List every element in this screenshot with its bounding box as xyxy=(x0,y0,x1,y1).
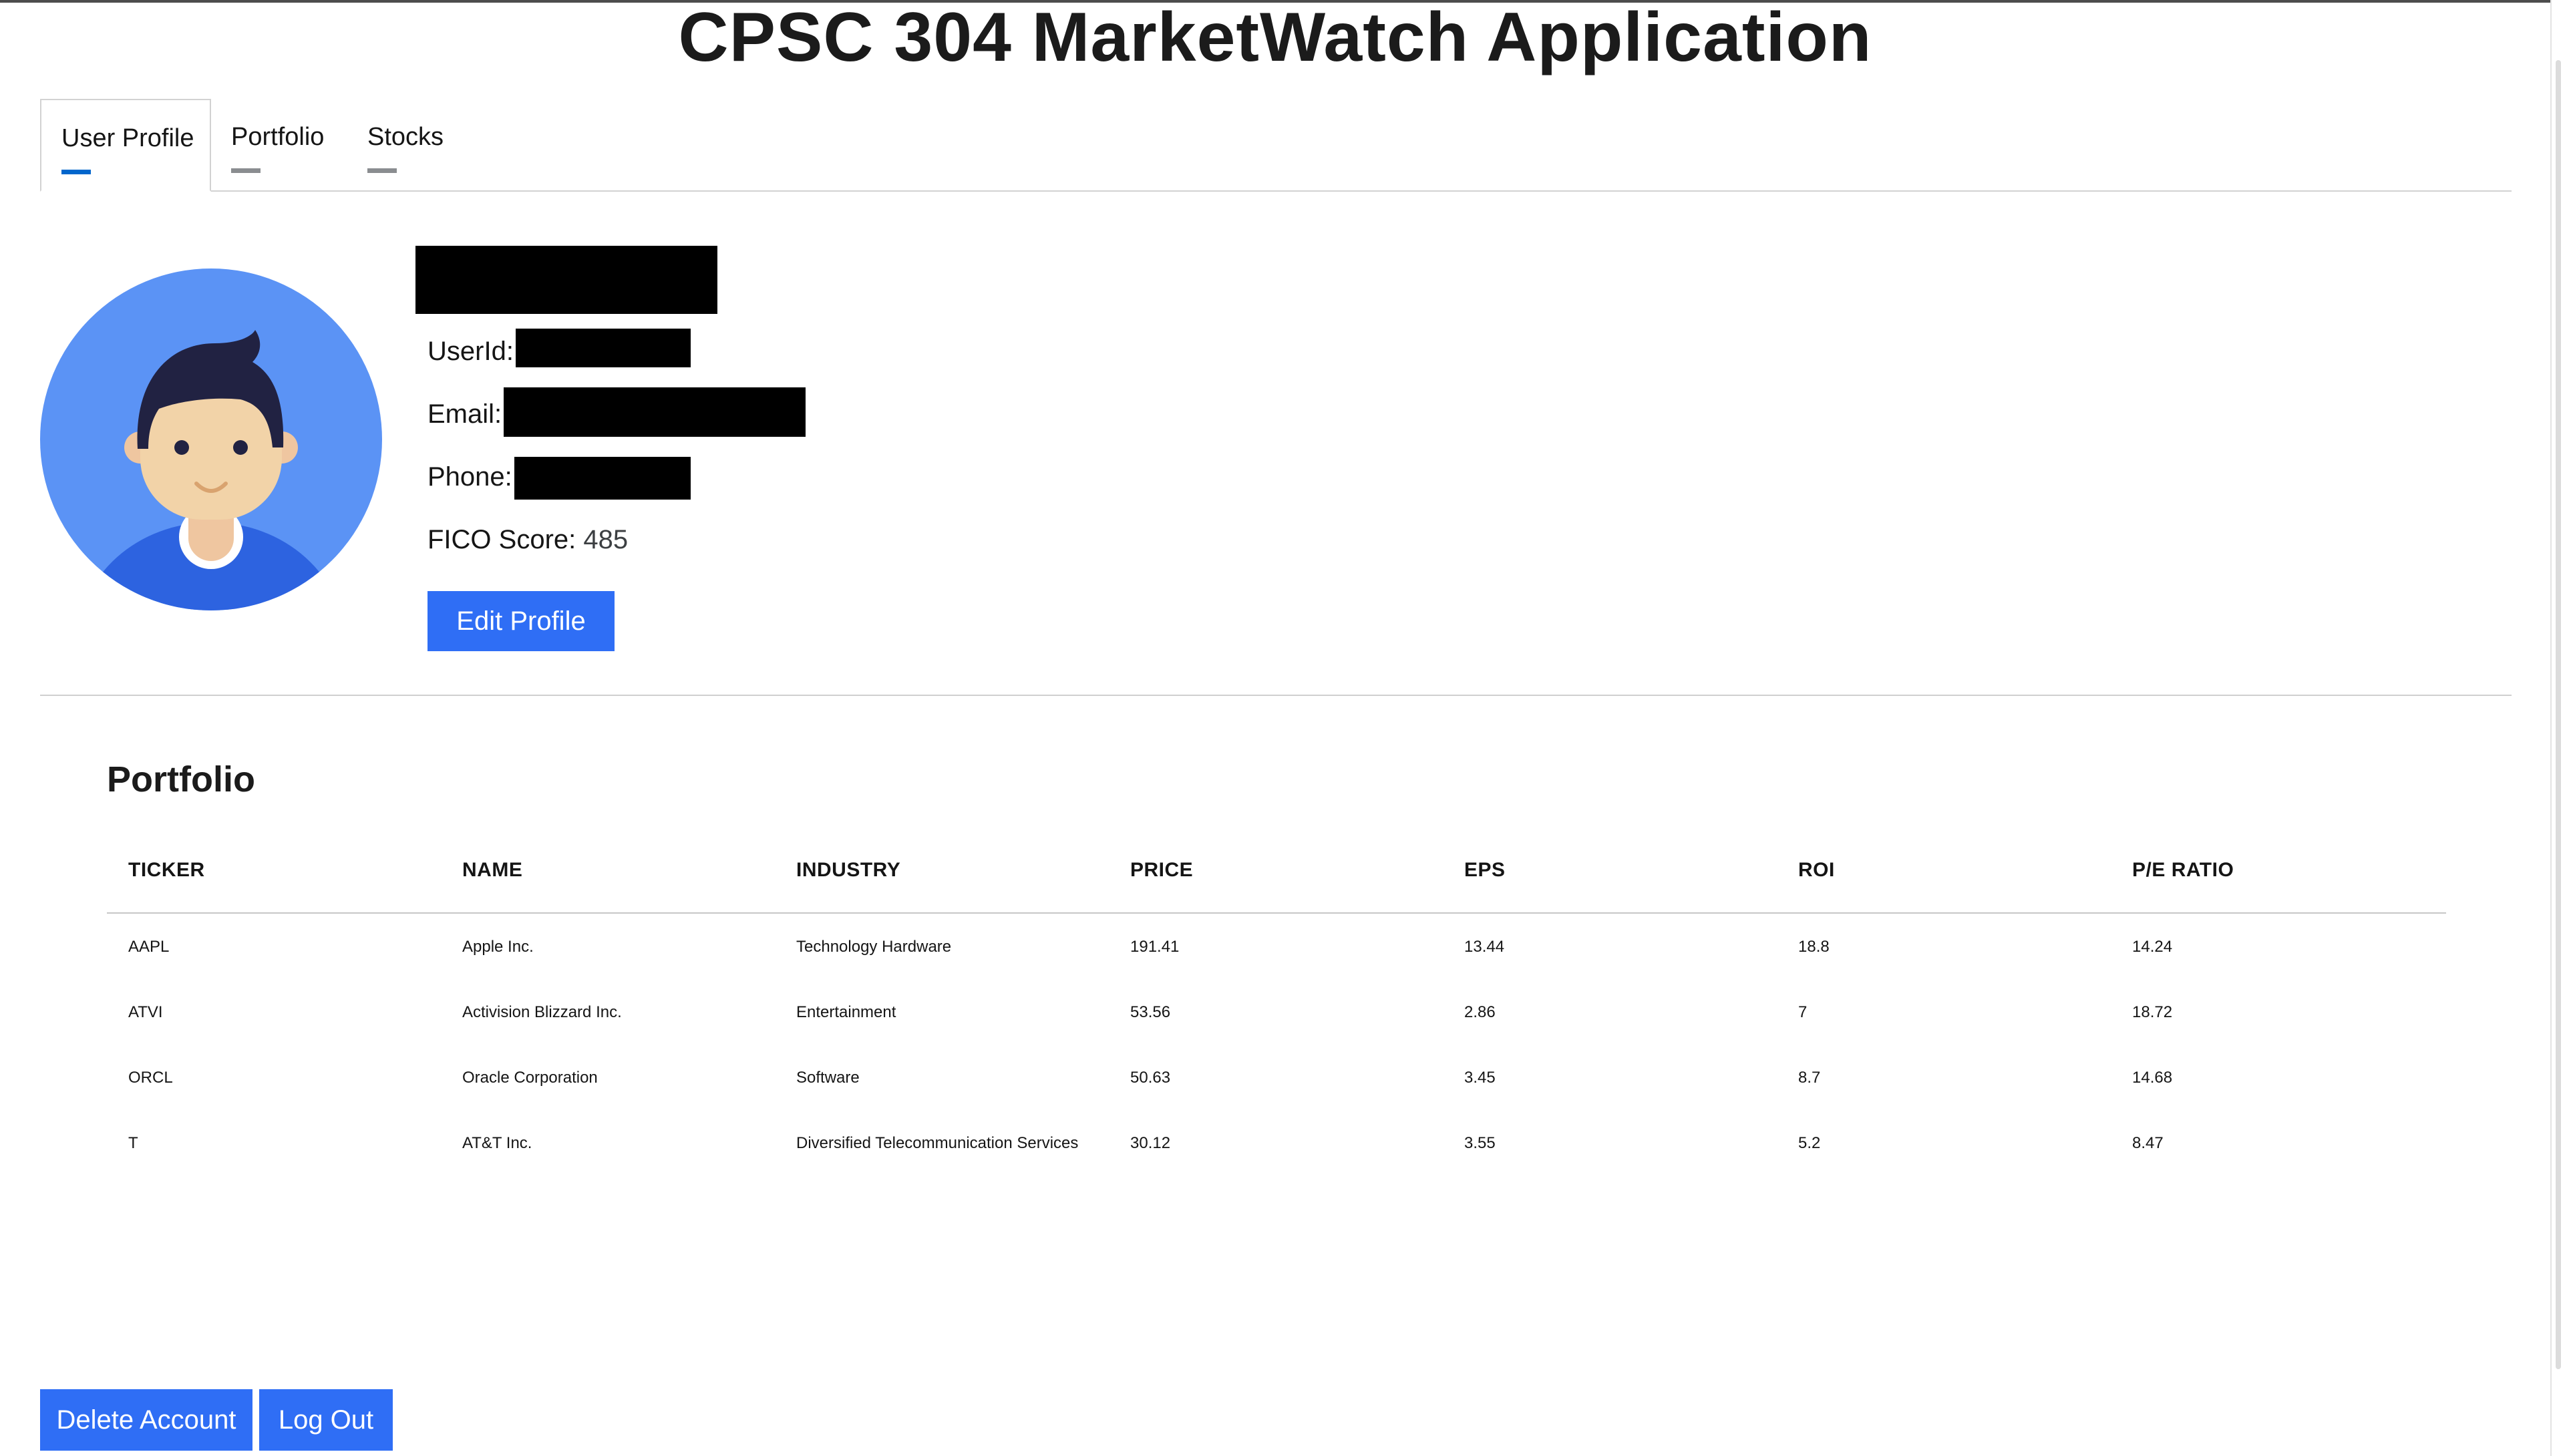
tab-user-profile-label: User Profile xyxy=(61,124,194,152)
cell-industry: Software xyxy=(796,1069,860,1087)
table-header: TICKER NAME INDUSTRY PRICE EPS ROI P/E R… xyxy=(107,847,2446,914)
cell-eps: 13.44 xyxy=(1464,938,1505,956)
fico-row: FICO Score: 485 xyxy=(428,524,628,556)
cell-price: 53.56 xyxy=(1130,1003,1171,1021)
table-row: AAPL Apple Inc. Technology Hardware 191.… xyxy=(107,914,2446,979)
cell-price: 191.41 xyxy=(1130,938,1180,956)
cell-eps: 3.55 xyxy=(1464,1134,1496,1152)
cell-industry: Diversified Telecommunication Services xyxy=(796,1134,1079,1152)
log-out-button[interactable]: Log Out xyxy=(259,1389,393,1451)
edit-profile-button[interactable]: Edit Profile xyxy=(428,591,615,651)
email-label: Email: xyxy=(428,399,502,429)
user-name-redacted xyxy=(415,246,717,314)
tab-portfolio-label: Portfolio xyxy=(231,123,325,151)
portfolio-heading: Portfolio xyxy=(107,759,255,799)
scrollbar-thumb[interactable] xyxy=(2556,60,2561,1369)
cell-industry: Technology Hardware xyxy=(796,938,952,956)
table-row: ORCL Oracle Corporation Software 50.63 3… xyxy=(107,1045,2446,1110)
tab-indicator xyxy=(231,168,261,173)
column-header-roi: ROI xyxy=(1798,859,1835,881)
section-divider xyxy=(40,695,2512,696)
cell-roi: 7 xyxy=(1798,1003,1808,1021)
userid-row: UserId: xyxy=(428,335,514,367)
cell-eps: 2.86 xyxy=(1464,1003,1496,1021)
cell-ticker: ORCL xyxy=(128,1069,173,1087)
cell-pe-ratio: 14.68 xyxy=(2132,1069,2173,1087)
cell-pe-ratio: 14.24 xyxy=(2132,938,2173,956)
cell-name: Oracle Corporation xyxy=(462,1069,598,1087)
cell-industry: Entertainment xyxy=(796,1003,896,1021)
cell-roi: 5.2 xyxy=(1798,1134,1821,1152)
page-title: CPSC 304 MarketWatch Application xyxy=(678,0,1872,76)
cell-roi: 18.8 xyxy=(1798,938,1830,956)
table-row: ATVI Activision Blizzard Inc. Entertainm… xyxy=(107,979,2446,1045)
tab-user-profile[interactable]: User Profile xyxy=(40,99,211,192)
column-header-name: NAME xyxy=(462,859,523,881)
tab-active-indicator xyxy=(61,170,91,174)
cell-price: 50.63 xyxy=(1130,1069,1171,1087)
userid-label: UserId: xyxy=(428,337,514,366)
cell-pe-ratio: 8.47 xyxy=(2132,1134,2164,1152)
cell-name: AT&T Inc. xyxy=(462,1134,532,1152)
column-header-industry: INDUSTRY xyxy=(796,859,901,881)
app-window: CPSC 304 MarketWatch Application User Pr… xyxy=(0,0,2565,1456)
fico-value: 485 xyxy=(583,525,629,554)
cell-ticker: AAPL xyxy=(128,938,170,956)
tab-indicator xyxy=(367,168,397,173)
cell-roi: 8.7 xyxy=(1798,1069,1821,1087)
delete-account-button[interactable]: Delete Account xyxy=(40,1389,252,1451)
tab-bar: User Profile Portfolio Stocks xyxy=(40,99,2512,192)
tab-portfolio[interactable]: Portfolio xyxy=(212,99,346,190)
cell-ticker: T xyxy=(128,1134,138,1152)
fico-label: FICO Score: xyxy=(428,525,576,554)
phone-row: Phone: xyxy=(428,461,512,493)
column-header-pe-ratio: P/E RATIO xyxy=(2132,859,2234,881)
table-row: T AT&T Inc. Diversified Telecommunicatio… xyxy=(107,1110,2446,1175)
avatar xyxy=(40,268,382,610)
userid-value-redacted xyxy=(516,329,691,367)
portfolio-table: TICKER NAME INDUSTRY PRICE EPS ROI P/E R… xyxy=(107,847,2446,1175)
cell-price: 30.12 xyxy=(1130,1134,1171,1152)
tab-stocks-label: Stocks xyxy=(367,123,444,151)
cell-name: Activision Blizzard Inc. xyxy=(462,1003,622,1021)
email-value-redacted xyxy=(504,387,806,437)
column-header-eps: EPS xyxy=(1464,859,1506,881)
column-header-ticker: TICKER xyxy=(128,859,205,881)
column-header-price: PRICE xyxy=(1130,859,1194,881)
vertical-scrollbar[interactable] xyxy=(2550,0,2565,1456)
cell-ticker: ATVI xyxy=(128,1003,163,1021)
phone-label: Phone: xyxy=(428,462,512,492)
tab-stocks[interactable]: Stocks xyxy=(347,99,468,190)
email-row: Email: xyxy=(428,398,502,430)
cell-eps: 3.45 xyxy=(1464,1069,1496,1087)
cell-pe-ratio: 18.72 xyxy=(2132,1003,2173,1021)
cell-name: Apple Inc. xyxy=(462,938,534,956)
phone-value-redacted xyxy=(514,457,691,500)
